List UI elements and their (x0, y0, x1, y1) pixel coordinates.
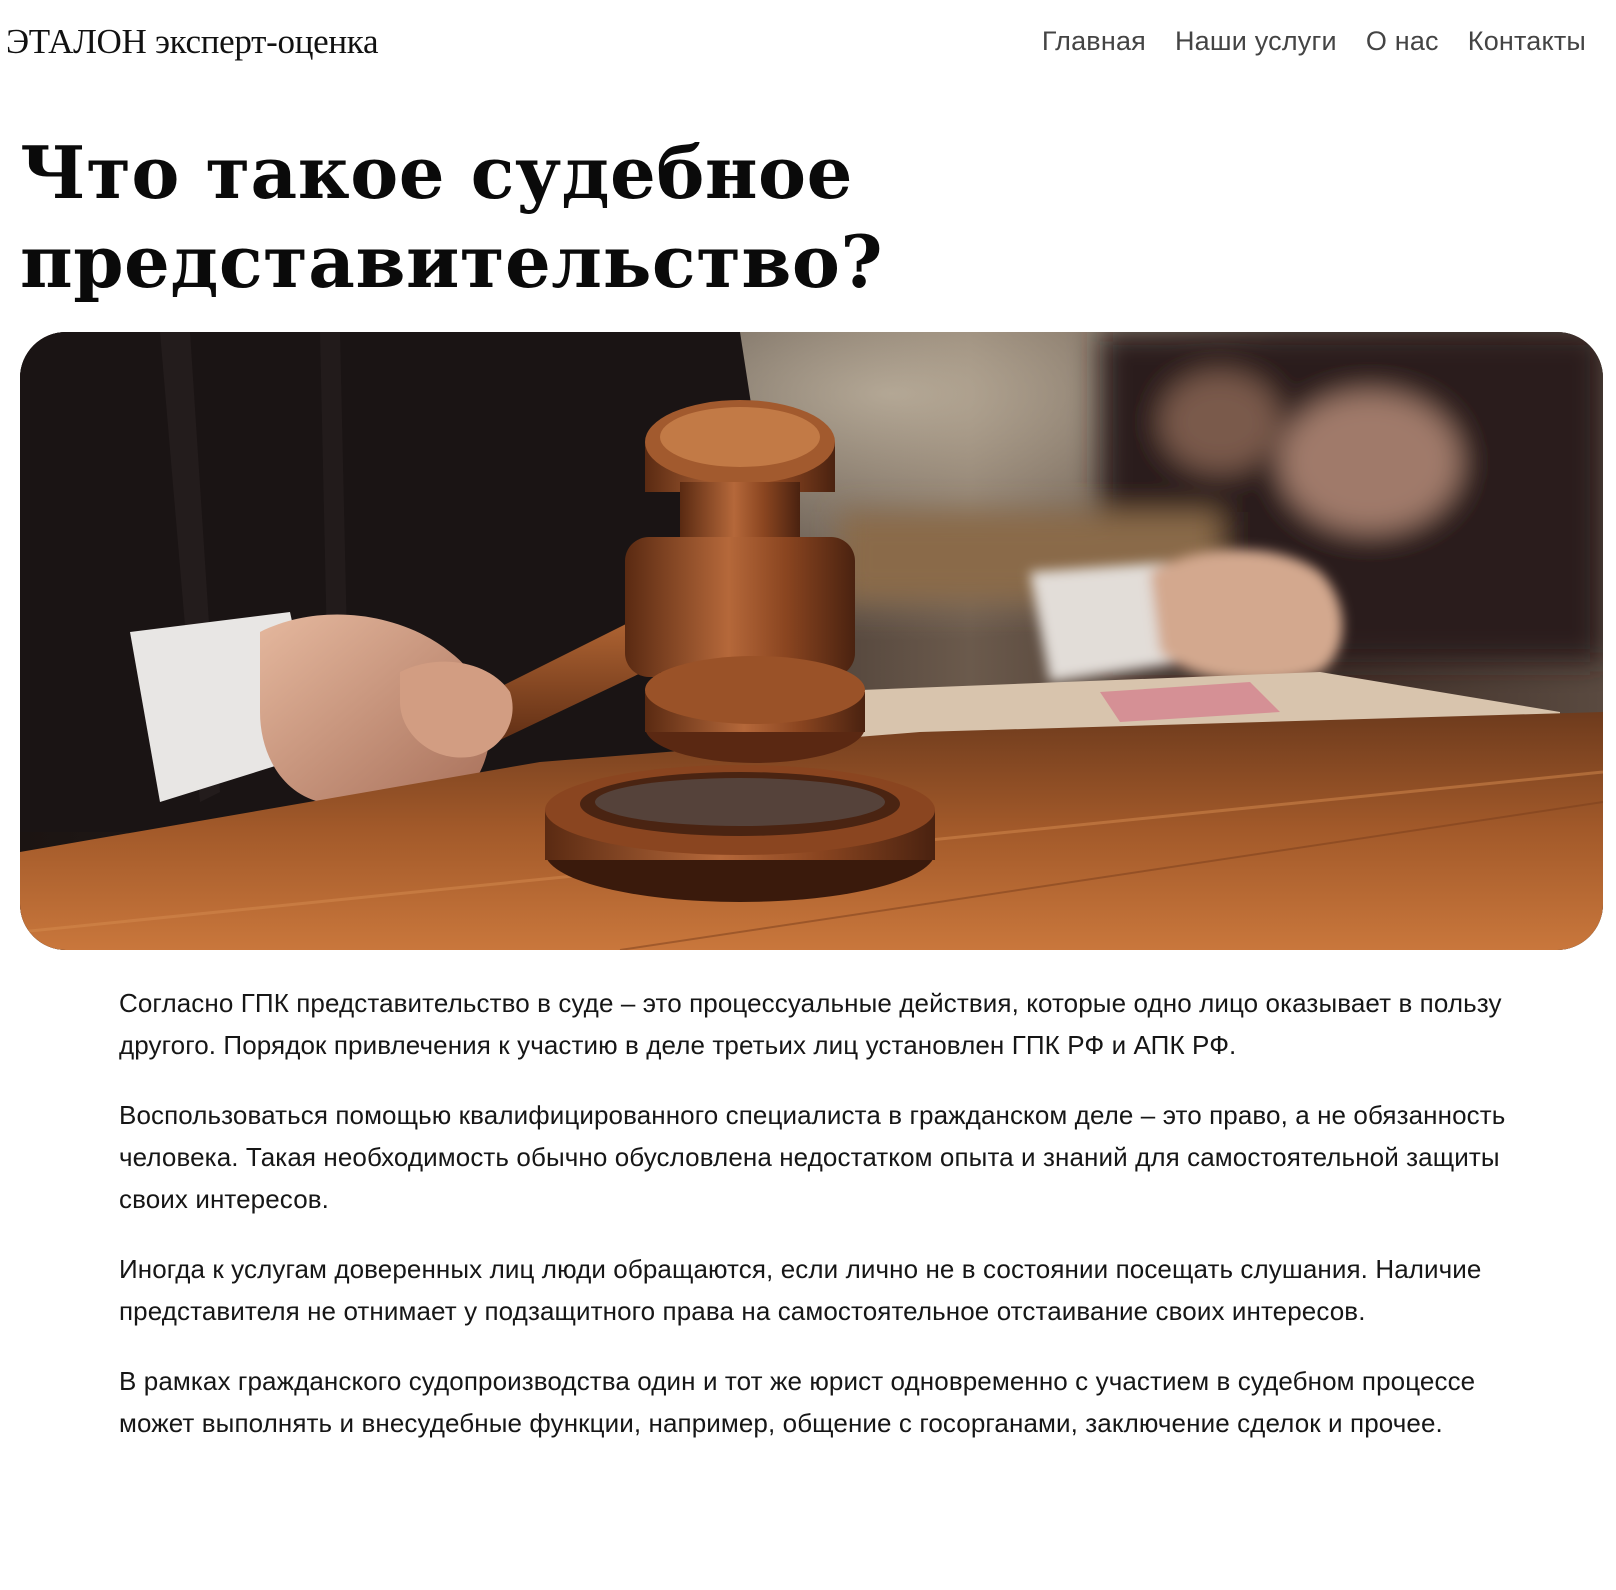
page-title: Что такое судебное представительство? (20, 130, 884, 304)
nav-link-home[interactable]: Главная (1042, 26, 1146, 57)
site-logo[interactable]: ЭТАЛОН эксперт-оценка (6, 22, 379, 62)
nav-link-services[interactable]: Наши услуги (1175, 26, 1337, 57)
article-paragraph: В рамках гражданского судопроизводства о… (119, 1366, 1476, 1438)
nav-link-about[interactable]: О нас (1366, 26, 1439, 57)
article-paragraph: Иногда к услугам доверенных лиц люди обр… (119, 1254, 1482, 1326)
judge-gavel-illustration (20, 332, 1603, 950)
hero-image (20, 332, 1603, 950)
site-header: ЭТАЛОН эксперт-оценка Главная Наши услуг… (0, 0, 1616, 90)
nav-link-contacts[interactable]: Контакты (1468, 26, 1586, 57)
article-paragraph: Воспользоваться помощью квалифицированно… (119, 1100, 1506, 1214)
main-nav: Главная Наши услуги О нас Контакты (1042, 26, 1586, 57)
article-paragraph: Согласно ГПК представительство в суде – … (119, 988, 1502, 1060)
article-body: Согласно ГПК представительство в суде – … (119, 982, 1509, 1472)
